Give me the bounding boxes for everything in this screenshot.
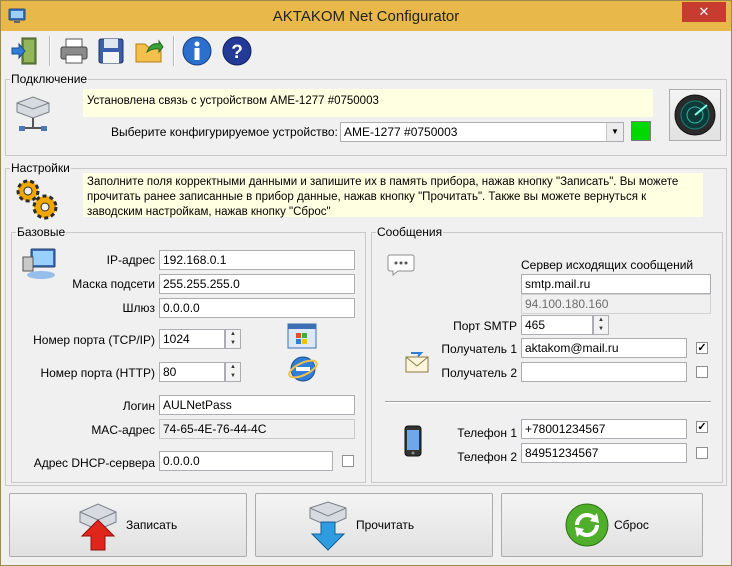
gears-icon <box>16 179 58 220</box>
svg-text:?: ? <box>231 42 243 63</box>
tcp-port-stepper[interactable]: ▲ ▼ <box>225 329 241 349</box>
phone1-input[interactable]: +78001234567 <box>521 419 687 439</box>
exit-door-icon[interactable] <box>9 35 41 67</box>
http-port-stepper[interactable]: ▲ ▼ <box>225 362 241 382</box>
close-button[interactable]: ✕ <box>682 2 726 22</box>
info-icon[interactable] <box>181 35 213 67</box>
write-button-label: Записать <box>126 518 178 532</box>
windows-app-icon <box>287 323 317 349</box>
smtp-port-label: Порт SMTP <box>453 319 517 333</box>
gateway-label: Шлюз <box>122 301 155 315</box>
gateway-input[interactable]: 0.0.0.0 <box>159 298 355 318</box>
window-title: AKTAKOM Net Configurator <box>272 8 460 25</box>
phone1-checkbox[interactable]: ✓ <box>696 421 708 433</box>
smtp-server-input[interactable]: smtp.mail.ru <box>521 274 711 294</box>
http-port-label: Номер порта (HTTP) <box>40 366 155 380</box>
dhcp-input[interactable]: 0.0.0.0 <box>159 451 333 471</box>
connection-status-text: Установлена связь с устройством AME-1277… <box>83 89 653 117</box>
recipient1-checkbox[interactable]: ✓ <box>696 342 708 354</box>
reset-button-label: Сброс <box>614 518 649 532</box>
ip-input[interactable]: 192.168.0.1 <box>159 250 355 270</box>
title-bar: AKTAKOM Net Configurator ✕ <box>1 1 731 31</box>
phone2-checkbox[interactable] <box>696 447 708 459</box>
device-select-label: Выберите конфигурируемое устройство: <box>111 125 338 139</box>
tcp-port-label: Номер порта (TCP/IP) <box>33 333 155 347</box>
recipient1-label: Получатель 1 <box>441 342 517 356</box>
toolbar-separator <box>173 36 175 66</box>
read-button-label: Прочитать <box>356 518 415 532</box>
dhcp-checkbox[interactable] <box>342 455 354 467</box>
dhcp-label: Адрес DHCP-сервера <box>33 456 155 470</box>
radar-icon <box>674 94 716 136</box>
smtp-server-label: Сервер исходящих сообщений <box>521 258 694 272</box>
settings-hint-text: Заполните поля корректными данными и зап… <box>83 173 703 218</box>
device-select-value: AME-1277 #0750003 <box>344 125 458 139</box>
messages-divider <box>385 401 711 403</box>
device-select[interactable]: AME-1277 #0750003 ▼ <box>340 122 624 142</box>
phone1-label: Телефон 1 <box>457 426 517 440</box>
help-icon[interactable]: ? <box>221 35 253 67</box>
smtp-port-input[interactable]: 465 <box>521 315 593 335</box>
printer-icon[interactable] <box>58 35 90 67</box>
mask-input[interactable]: 255.255.255.0 <box>159 274 355 294</box>
messages-group-label: Сообщения <box>376 225 444 239</box>
write-to-device-icon <box>79 503 117 551</box>
recipient2-label: Получатель 2 <box>441 366 517 380</box>
connection-group-label: Подключение <box>10 72 89 86</box>
mobile-phone-icon <box>404 425 422 457</box>
ip-label: IP-адрес <box>106 253 155 267</box>
login-label: Логин <box>122 399 155 413</box>
app-window: AKTAKOM Net Configurator ✕ ? Подключение… <box>0 0 732 566</box>
http-port-input[interactable]: 80 <box>159 362 225 382</box>
smtp-ip-value: 94.100.180.160 <box>521 294 711 314</box>
mask-label: Маска подсети <box>72 277 155 291</box>
write-button[interactable]: Записать <box>9 493 247 557</box>
login-input[interactable]: AULNetPass <box>159 395 355 415</box>
folder-open-icon[interactable] <box>133 35 165 67</box>
chevron-down-icon[interactable]: ▼ <box>606 123 623 141</box>
toolbar-separator <box>49 36 51 66</box>
recipient2-checkbox[interactable] <box>696 366 708 378</box>
scan-devices-button[interactable] <box>669 89 721 141</box>
recipient1-input[interactable]: aktakom@mail.ru <box>521 338 687 358</box>
phone2-input[interactable]: 84951234567 <box>521 443 687 463</box>
settings-group-label: Настройки <box>10 161 71 175</box>
smtp-port-stepper[interactable]: ▲ ▼ <box>593 315 609 335</box>
toolbar: ? <box>1 31 731 71</box>
read-button[interactable]: Прочитать <box>255 493 493 557</box>
reset-button[interactable]: Сброс <box>501 493 703 557</box>
chat-bubble-icon <box>387 254 415 277</box>
network-drive-icon <box>16 96 50 131</box>
mac-label: MAC-адрес <box>91 423 155 437</box>
basic-group-label: Базовые <box>16 225 67 239</box>
phone2-label: Телефон 2 <box>457 450 517 464</box>
internet-explorer-icon <box>288 356 318 382</box>
refresh-icon <box>565 503 609 547</box>
mac-value: 74-65-4E-76-44-4C <box>159 419 355 439</box>
floppy-disk-icon[interactable] <box>95 35 127 67</box>
recipient2-input[interactable] <box>521 362 687 382</box>
read-from-device-icon <box>309 501 347 551</box>
tcp-port-input[interactable]: 1024 <box>159 329 225 349</box>
connection-indicator <box>631 121 651 141</box>
